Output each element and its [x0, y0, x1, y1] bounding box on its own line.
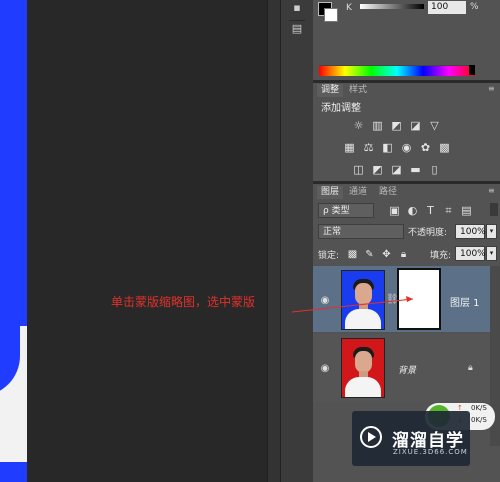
- play-logo-icon: [360, 426, 382, 448]
- annotation-arrow: [291, 296, 414, 313]
- watermark-subtitle: ZIXUE.3D66.COM: [393, 448, 468, 456]
- annotation-text: 单击蒙版缩略图，选中蒙版: [111, 295, 256, 309]
- download-speed: 0K/S: [471, 416, 487, 424]
- upload-speed: 0K/S: [471, 404, 487, 412]
